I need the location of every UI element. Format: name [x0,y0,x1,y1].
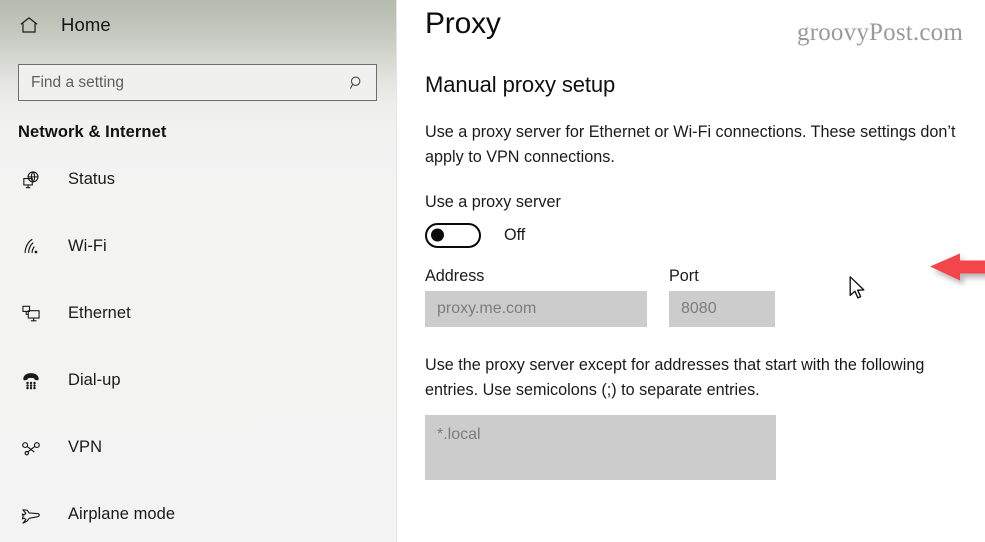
sidebar-item-status[interactable]: Status [0,158,396,201]
sidebar-item-label: Airplane mode [68,505,176,523]
address-label: Address [425,267,485,285]
sidebar-item-label: Wi-Fi [68,237,107,255]
sidebar: Home Network & Internet [0,0,397,542]
settings-window: Home Network & Internet [0,0,985,542]
sidebar-home-label: Home [61,14,111,35]
sidebar-item-label: Ethernet [68,304,131,322]
sidebar-item-home[interactable]: Home [0,2,396,48]
exceptions-input[interactable] [425,415,776,480]
toggle-knob [431,228,444,242]
exceptions-description: Use the proxy server except for addresse… [425,356,925,399]
sidebar-item-vpn[interactable]: VPN [0,426,396,469]
airplane-icon [18,502,44,528]
port-field-group: Port [669,267,775,327]
dialup-phone-icon [18,368,44,394]
main-content: groovyPost.com Proxy Manual proxy setup … [397,0,985,542]
sidebar-item-label: Dial-up [68,371,121,389]
proxy-description: Use a proxy server for Ethernet or Wi-Fi… [425,123,956,166]
port-label: Port [669,267,699,285]
address-field-group: Address [425,267,647,327]
sidebar-item-wifi[interactable]: Wi-Fi [0,225,396,268]
sidebar-item-airplane-mode[interactable]: Airplane mode [0,493,396,536]
use-proxy-label: Use a proxy server [425,193,561,211]
sidebar-item-dialup[interactable]: Dial-up [0,359,396,402]
home-icon [17,13,41,37]
section-heading: Manual proxy setup [425,72,616,97]
use-proxy-toggle-row: Off [425,222,985,248]
sidebar-section-title: Network & Internet [18,123,167,141]
address-input[interactable] [425,291,647,327]
use-proxy-toggle[interactable] [425,222,481,248]
vpn-key-icon [18,435,44,461]
search-icon[interactable] [347,73,367,93]
wifi-icon [18,234,44,260]
toggle-state-label: Off [504,225,526,244]
search-input[interactable] [31,73,347,92]
sidebar-item-label: VPN [68,438,103,456]
watermark: groovyPost.com [797,19,963,46]
ethernet-icon [18,301,44,327]
search-box[interactable] [18,64,377,101]
sidebar-nav-list: Status Wi-Fi Ethernet Dial-up VPN Airpla… [0,158,396,536]
sidebar-item-ethernet[interactable]: Ethernet [0,292,396,335]
proxy-fields-row: Address Port [425,267,985,327]
globe-monitor-icon [18,167,44,193]
port-input[interactable] [669,291,775,327]
sidebar-item-label: Status [68,170,116,188]
